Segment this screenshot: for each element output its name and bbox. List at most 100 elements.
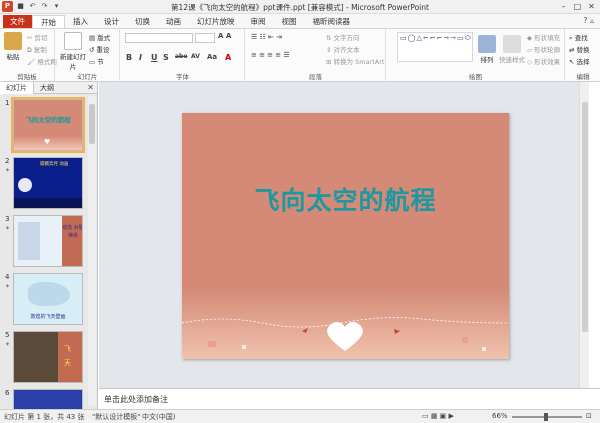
thumbnail-text: 动态 对联 神舟 (62, 216, 82, 266)
thumbnail-image: 动态 对联 神舟 (13, 215, 83, 267)
tab-transitions[interactable]: 切换 (127, 15, 158, 28)
new-slide-button[interactable]: 新建幻灯片 (60, 32, 86, 71)
tab-design[interactable]: 设计 (96, 15, 127, 28)
scrollbar-thumb[interactable] (89, 104, 95, 144)
clipboard-icon (4, 32, 22, 50)
thumbnail-text: 飞 天 (64, 345, 71, 367)
thumbnails-scrollbar[interactable] (88, 96, 96, 406)
thumbnail-image: 飞 天 (13, 331, 83, 383)
slide-number: 2 (5, 157, 10, 165)
slide-thumbnail-5[interactable]: 5 ✦ 飞 天 (0, 331, 98, 387)
copy-button[interactable]: ⧉ 复制 (27, 44, 47, 55)
notes-pane[interactable]: 单击此处添加备注 (99, 388, 600, 409)
tab-animations[interactable]: 动画 (158, 15, 189, 28)
thumbnail-title: 飞向太空的航程 (25, 116, 71, 124)
paragraph-group: ☰ ☷ ⇤ ⇥ ≡ ≡ ≡ ≡ ☰ ⇅ 文字方向 ⇕ 对齐文本 ⊞ 转换为 Sm… (246, 29, 386, 82)
underline-button[interactable]: U (151, 53, 158, 62)
smartart-button[interactable]: ⊞ 转换为 SmartArt (326, 56, 384, 66)
slide-decoration (182, 289, 509, 359)
quick-styles-icon (503, 35, 521, 53)
slides-pane: 幻灯片 大纲 ✕ 1 飞向太空的航程 ♥ 2 ✦ 嫦娥奔月 动画 3 ✦ 动态 … (0, 81, 98, 409)
editing-group: ⌕ 查找 ⇄ 替换 ↖ 选择 编辑 (566, 29, 600, 82)
zoom-slider-knob[interactable] (544, 413, 548, 421)
tab-view[interactable]: 视图 (274, 15, 305, 28)
shapes-gallery[interactable]: ▭◯△⌐⌐⌐⇾⇾▭⬭⬡↑↓☆⌒⌒{} (397, 32, 473, 62)
tab-review[interactable]: 审阅 (243, 15, 274, 28)
slide-thumbnail-1[interactable]: 1 飞向太空的航程 ♥ (0, 97, 98, 155)
shadow-button[interactable]: S (163, 53, 169, 62)
ribbon-tabs: 文件 开始 插入 设计 切换 动画 幻灯片放映 审阅 视图 福昕阅读器 ? ▵ (0, 14, 600, 29)
slide-title[interactable]: 飞向太空的航程 (182, 181, 509, 217)
paste-button[interactable]: 粘贴 (3, 32, 23, 61)
window-title: 第12课《飞向太空的航程》ppt课件.ppt [兼容模式] - Microsof… (171, 3, 429, 12)
theme-name[interactable]: "默认设计模板" (92, 412, 140, 422)
zoom-slider[interactable] (512, 413, 582, 421)
slide-thumbnail-3[interactable]: 3 ✦ 动态 对联 神舟 (0, 215, 98, 271)
close-icon[interactable]: ✕ (585, 1, 598, 12)
align-buttons[interactable]: ≡ ≡ ≡ ≡ ☰ (251, 51, 290, 59)
select-button[interactable]: ↖ 选择 (569, 56, 590, 66)
slide-number: 3 (5, 215, 10, 223)
tab-slides[interactable]: 幻灯片 (0, 81, 34, 94)
tab-file[interactable]: 文件 (3, 15, 32, 28)
tab-slideshow[interactable]: 幻灯片放映 (189, 15, 243, 28)
slide-number: 1 (5, 99, 10, 107)
figure-image (14, 332, 58, 382)
decor-square (462, 337, 468, 343)
notes-placeholder[interactable]: 单击此处添加备注 (104, 394, 168, 405)
shape-fill-button[interactable]: ◆ 形状填充 (527, 32, 560, 42)
help-icon[interactable]: ? ▵ (583, 16, 594, 25)
thumbnail-ground (14, 198, 82, 208)
font-size-dropdown[interactable] (195, 33, 215, 43)
tab-home[interactable]: 开始 (32, 15, 65, 28)
editor-scrollbar[interactable] (579, 82, 589, 388)
figure-image (28, 282, 70, 306)
zoom-level[interactable]: 66% (492, 412, 508, 420)
view-buttons[interactable]: ▭ ▦ ▣ ▶ (422, 412, 454, 420)
strikethrough-button[interactable]: abe (175, 53, 187, 60)
language-status[interactable]: 中文(中国) (142, 412, 175, 422)
format-painter-button[interactable]: 🖌 格式刷 (27, 56, 57, 66)
font-size-buttons[interactable]: A A (218, 32, 231, 40)
align-text-button[interactable]: ⇕ 对齐文本 (326, 44, 360, 54)
close-pane-icon[interactable]: ✕ (87, 82, 94, 94)
slides-label: 幻灯片 (77, 73, 98, 81)
slide-thumbnail-2[interactable]: 2 ✦ 嫦娥奔月 动画 (0, 157, 98, 213)
replace-button[interactable]: ⇄ 替换 (569, 44, 590, 54)
drawing-group: ▭◯△⌐⌐⌐⇾⇾▭⬭⬡↑↓☆⌒⌒{} 排列 快速样式 ◆ 形状填充 ▱ 形状轮廓… (387, 29, 565, 82)
arrange-button[interactable]: 排列 (477, 35, 497, 64)
section-button[interactable]: ▭ 节 (89, 56, 104, 66)
slide-thumbnail-4[interactable]: 4 ✦ 敦煌的飞天壁画 (0, 273, 98, 329)
shape-outline-button[interactable]: ▱ 形状轮廓 (527, 44, 560, 54)
find-button[interactable]: ⌕ 查找 (569, 32, 588, 43)
italic-button[interactable]: I (139, 53, 142, 62)
slides-group: 新建幻灯片 ▤ 版式 ↺ 重设 ▭ 节 幻灯片 (56, 29, 120, 82)
bold-button[interactable]: B (126, 53, 132, 62)
cut-button[interactable]: ✂ 剪切 (27, 32, 48, 42)
font-name-dropdown[interactable] (125, 33, 193, 43)
fit-window-icon[interactable]: ⊡ (586, 412, 592, 420)
reset-button[interactable]: ↺ 重设 (89, 44, 110, 54)
char-spacing-button[interactable]: AV (191, 53, 200, 60)
animation-star-icon: ✦ (5, 167, 11, 174)
change-case-button[interactable]: Aa (207, 53, 217, 61)
current-slide[interactable]: 飞向太空的航程 (182, 113, 509, 359)
minimize-icon[interactable]: – (557, 1, 570, 12)
slide-editor: 飞向太空的航程 (99, 82, 589, 388)
tab-foxit[interactable]: 福昕阅读器 (305, 15, 359, 28)
moon-icon (18, 178, 32, 192)
thumbnail-image: 敦煌的飞天壁画 (13, 273, 83, 325)
tab-insert[interactable]: 插入 (65, 15, 96, 28)
font-group: A A B I U S abe AV Aa A 字体 (121, 29, 245, 82)
text-direction-button[interactable]: ⇅ 文字方向 (326, 32, 360, 42)
slide-thumbnail-6[interactable]: 6 (0, 389, 98, 409)
quick-styles-button[interactable]: 快速样式 (499, 35, 525, 64)
shape-effects-button[interactable]: ◇ 形状效果 (527, 56, 560, 66)
font-color-button[interactable]: A (225, 53, 231, 62)
scrollbar-thumb[interactable] (582, 102, 588, 332)
slide-count: 幻灯片 第 1 张，共 43 张 (4, 413, 85, 421)
tab-outline[interactable]: 大纲 (34, 82, 60, 94)
layout-button[interactable]: ▤ 版式 (89, 32, 110, 42)
bullets-button[interactable]: ☰ ☷ ⇤ ⇥ (251, 33, 282, 41)
restore-icon[interactable]: □ (571, 1, 584, 12)
